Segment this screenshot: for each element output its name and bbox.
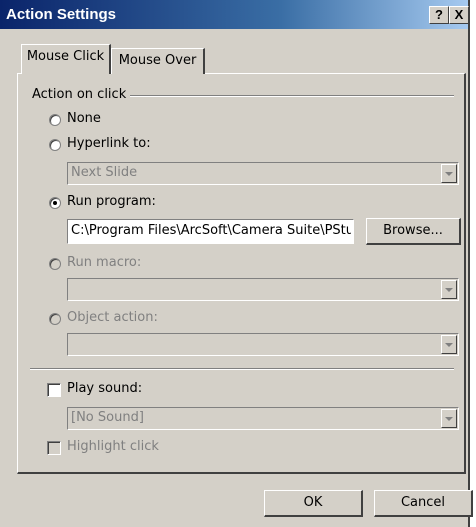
- run-program-path-input[interactable]: C:\Program Files\ArcSoft\Camera Suite\PS…: [67, 219, 354, 244]
- radio-run-program[interactable]: [49, 197, 61, 209]
- title-bar: Action Settings ? X: [0, 0, 469, 29]
- highlight-click-label: Highlight click: [67, 439, 159, 454]
- chevron-down-icon[interactable]: [441, 335, 457, 354]
- radio-hyperlink[interactable]: [49, 139, 61, 151]
- help-button[interactable]: ?: [429, 6, 449, 24]
- group-label-action-on-click: Action on click: [32, 87, 131, 102]
- radio-run-macro-label: Run macro:: [67, 255, 142, 270]
- browse-button[interactable]: Browse...: [366, 218, 461, 245]
- sound-dropdown[interactable]: [No Sound]: [67, 407, 459, 430]
- radio-object-action-label: Object action:: [67, 310, 158, 325]
- run-program-path-value: C:\Program Files\ArcSoft\Camera Suite\PS…: [71, 223, 351, 238]
- chevron-down-icon[interactable]: [441, 409, 457, 428]
- run-macro-dropdown[interactable]: [67, 278, 459, 301]
- play-sound-label: Play sound:: [67, 381, 143, 396]
- hyperlink-dropdown[interactable]: Next Slide: [67, 162, 459, 185]
- radio-run-macro[interactable]: [49, 258, 61, 270]
- tab-mouse-over[interactable]: Mouse Over: [111, 48, 205, 74]
- ok-button[interactable]: OK: [264, 490, 363, 517]
- play-sound-checkbox[interactable]: [47, 383, 61, 397]
- chevron-down-icon[interactable]: [441, 280, 457, 299]
- group-divider: [120, 95, 454, 97]
- radio-hyperlink-label: Hyperlink to:: [67, 136, 151, 151]
- action-settings-dialog: Action Settings ? X Mouse Click Mouse Ov…: [0, 0, 473, 527]
- close-button[interactable]: X: [449, 6, 469, 24]
- radio-none-label: None: [67, 111, 101, 126]
- chevron-down-icon[interactable]: [441, 164, 457, 183]
- radio-none[interactable]: [49, 114, 61, 126]
- tab-mouse-click[interactable]: Mouse Click: [21, 44, 111, 74]
- section-divider: [30, 368, 454, 370]
- radio-run-program-label: Run program:: [67, 194, 156, 209]
- dialog-title: Action Settings: [6, 6, 117, 23]
- hyperlink-value: Next Slide: [71, 165, 138, 180]
- sound-value: [No Sound]: [71, 410, 144, 425]
- radio-object-action[interactable]: [49, 313, 61, 325]
- cancel-button[interactable]: Cancel: [374, 490, 473, 517]
- object-action-dropdown[interactable]: [67, 333, 459, 356]
- highlight-click-checkbox[interactable]: [47, 441, 61, 455]
